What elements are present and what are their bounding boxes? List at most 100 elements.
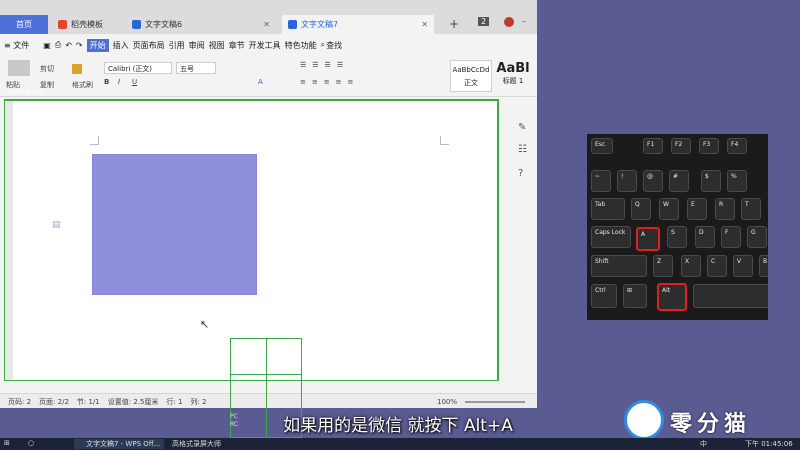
menu-developer[interactable]: 开发工具	[249, 40, 281, 51]
save-icon[interactable]: ▣	[43, 41, 51, 50]
key-1: !	[617, 170, 637, 192]
window-count-badge[interactable]: 2	[478, 17, 490, 26]
style-normal[interactable]: AaBbCcDd 正文	[450, 60, 492, 92]
tab-document-7-label: 文字文稿7	[301, 20, 339, 29]
taskbar-item-wps[interactable]: 文字文稿7 - WPS Off...	[74, 439, 164, 449]
tab-bar: 首页 稻壳模板 文字文稿6 ✕ 文字文稿7 ✕ + 2 –	[0, 0, 537, 34]
bold-button[interactable]: B	[104, 78, 109, 86]
zoom-level[interactable]: 100%	[437, 398, 457, 406]
style-heading-label: 标题 1	[502, 77, 524, 85]
cat-logo-icon	[624, 400, 664, 440]
avatar[interactable]	[504, 17, 514, 27]
status-setting: 设置值: 2.5厘米	[107, 397, 159, 406]
edit-icon[interactable]: ✎	[518, 122, 526, 133]
right-side-panel: ✎ ☷ ?	[509, 100, 537, 390]
adjust-icon[interactable]: ☷	[518, 144, 527, 155]
tab-document-7[interactable]: 文字文稿7 ✕	[282, 15, 434, 34]
key-c: C	[707, 255, 727, 277]
key-4: $	[701, 170, 721, 192]
taskbar-item-recorder[interactable]: 高格式录屏大师	[172, 439, 221, 449]
style-normal-label: 正文	[464, 79, 478, 87]
tab-home-label: 首页	[16, 20, 32, 29]
new-tab-button[interactable]: +	[449, 17, 459, 31]
key-tilde: ~	[591, 170, 611, 192]
key-5: %	[727, 170, 747, 192]
font-name-select[interactable]: Calibri (正文)	[104, 62, 172, 74]
key-r: R	[715, 198, 735, 220]
key-ctrl: Ctrl	[591, 284, 617, 308]
start-icon[interactable]: ⊞	[4, 439, 10, 447]
close-icon[interactable]: ✕	[421, 20, 428, 29]
key-z: Z	[653, 255, 673, 277]
docer-icon	[58, 20, 67, 29]
key-f1: F1	[643, 138, 663, 154]
subtitle-caption: 如果用的是微信 就按下 Alt+A	[283, 416, 513, 436]
undo-icon[interactable]: ↶	[65, 41, 72, 50]
key-f2: F2	[671, 138, 691, 154]
margin-mark-top-left	[90, 136, 99, 145]
menu-references[interactable]: 引用	[169, 40, 185, 51]
close-icon[interactable]: ✕	[263, 20, 270, 29]
rectangle-shape[interactable]	[92, 154, 257, 295]
tab-home[interactable]: 首页	[0, 15, 48, 34]
mouse-cursor-icon: ↖	[200, 318, 210, 331]
font-color-button[interactable]: A	[258, 78, 263, 86]
tab-docer-templates[interactable]: 稻壳模板	[52, 15, 124, 34]
paragraph-handle-icon[interactable]: ▤	[52, 220, 61, 230]
key-alt: Alt	[657, 283, 687, 311]
search-label[interactable]: 查找	[326, 40, 342, 51]
font-size-select[interactable]: 五号	[176, 62, 216, 74]
style-heading-1[interactable]: AaBl 标题 1	[493, 60, 533, 92]
tab-docer-label: 稻壳模板	[71, 20, 103, 29]
underline-button[interactable]: U	[132, 78, 137, 86]
cut-button[interactable]: 剪切	[40, 64, 54, 74]
paste-icon[interactable]	[8, 60, 30, 76]
menu-home[interactable]: 开始	[86, 38, 109, 52]
clock[interactable]: 下午 01:45:06	[745, 439, 793, 449]
help-icon[interactable]: ?	[518, 168, 523, 179]
logo-text: 零分猫	[670, 412, 752, 437]
tab-document-6-label: 文字文稿6	[145, 20, 183, 29]
wps-writer-icon	[132, 20, 141, 29]
menu-insert[interactable]: 插入	[113, 40, 129, 51]
ime-indicator[interactable]: 中	[700, 439, 707, 449]
tab-document-6[interactable]: 文字文稿6 ✕	[126, 15, 276, 34]
key-f3: F3	[699, 138, 719, 154]
search-icon[interactable]: ⌕	[321, 40, 325, 50]
key-t: T	[741, 198, 761, 220]
menu-view[interactable]: 视图	[209, 40, 225, 51]
format-painter-button[interactable]: 格式刷	[72, 80, 93, 90]
key-x: X	[681, 255, 701, 277]
search-icon[interactable]: ○	[28, 439, 34, 447]
menu-page-layout[interactable]: 页面布局	[133, 40, 165, 51]
paragraph-tools[interactable]: ☰☰☰☰	[300, 61, 349, 69]
key-3: #	[669, 170, 689, 192]
keyboard-image: Esc F1 F2 F3 F4 ~ ! @ # $ % Tab Q W E R …	[587, 134, 768, 320]
minimize-icon[interactable]: –	[522, 17, 526, 26]
format-painter-icon	[72, 64, 82, 74]
italic-button[interactable]: I	[118, 78, 120, 86]
key-f4: F4	[727, 138, 747, 154]
status-row: 行: 1	[166, 397, 183, 406]
menu-review[interactable]: 审阅	[189, 40, 205, 51]
menu-file[interactable]: ≡ 文件	[4, 40, 29, 51]
key-2: @	[643, 170, 663, 192]
zoom-slider[interactable]	[465, 400, 525, 403]
capture-size-label: 1180 x 661	[6, 88, 46, 96]
taskbar-item-wps-label: 文字文稿7 - WPS Off...	[86, 440, 161, 448]
key-esc: Esc	[591, 138, 613, 154]
key-g: G	[747, 226, 767, 248]
status-page: 页码: 2	[8, 397, 32, 406]
key-v: V	[733, 255, 753, 277]
key-space	[693, 284, 768, 308]
recording-popup: PC RC	[230, 413, 239, 428]
wps-writer-icon	[288, 20, 297, 29]
key-w: W	[659, 198, 679, 220]
print-icon[interactable]: ⎙	[55, 40, 61, 50]
redo-icon[interactable]: ↷	[76, 41, 83, 50]
menu-features[interactable]: 特色功能	[285, 40, 317, 51]
alignment-tools[interactable]: ≡≡≡≡≡	[300, 78, 359, 86]
windows-key-icon: ⊞	[623, 284, 647, 308]
menu-bar: ≡ 文件 ▣ ⎙ ↶ ↷ 开始 插入 页面布局 引用 审阅 视图 章节 开发工具…	[0, 34, 537, 56]
menu-section[interactable]: 章节	[229, 40, 245, 51]
